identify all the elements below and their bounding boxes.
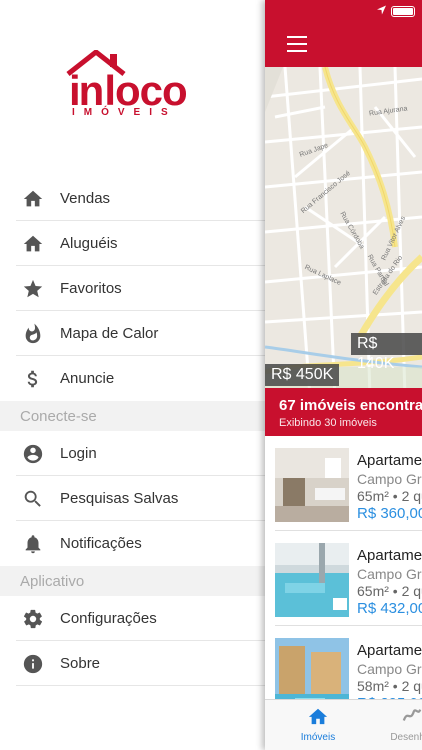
- home-icon: [0, 233, 60, 255]
- map-price-marker[interactable]: R$ 450K: [265, 364, 340, 386]
- draw-icon: [402, 709, 422, 721]
- menu-label: Favoritos: [60, 280, 122, 297]
- menu-label: Configurações: [60, 610, 157, 627]
- menu-label: Aluguéis: [60, 235, 118, 252]
- listing-location: Campo Grande: [357, 471, 422, 487]
- map-view[interactable]: Rua Ajurana Rua Jape Rua Francisco José …: [265, 67, 422, 397]
- listing-price: R$ 360,000: [357, 505, 422, 522]
- logo-text-in: in: [69, 67, 104, 114]
- home-icon: [308, 708, 328, 725]
- navigation-drawer: in loco IMÓVEIS Vendas Aluguéis Favorito…: [0, 0, 265, 750]
- listing-title: Apartamento: [357, 547, 422, 564]
- listing-details: • 2 quartos: [392, 583, 422, 599]
- location-arrow-icon: [377, 5, 386, 15]
- results-showing: Exibindo 30 imóveis: [279, 417, 377, 429]
- menu-item-vendas[interactable]: Vendas: [0, 176, 265, 221]
- tab-label: Desenhar: [390, 732, 422, 743]
- menu-item-pesquisas-salvas[interactable]: Pesquisas Salvas: [0, 476, 265, 521]
- listing-area: 65m²: [357, 583, 389, 599]
- gear-icon: [0, 608, 60, 630]
- battery-icon: [391, 6, 415, 17]
- bottom-tab-bar: Imóveis Desenhar: [265, 699, 422, 750]
- listing-item[interactable]: Apartamento Campo Grande 65m² • 2 quarto…: [265, 531, 422, 626]
- menu-label: Login: [60, 445, 97, 462]
- logo-subtitle: IMÓVEIS: [72, 107, 177, 118]
- listing-photo: [275, 448, 349, 522]
- dollar-icon: [0, 368, 60, 390]
- listing-price: R$ 432,000: [357, 600, 422, 617]
- menu-label: Sobre: [60, 655, 101, 672]
- inloco-logo: in loco IMÓVEIS: [66, 50, 201, 120]
- listing-location: Campo Grande: [357, 661, 422, 677]
- listing-title: Apartamento: [357, 642, 422, 659]
- listing-area: 58m²: [357, 678, 389, 694]
- tab-desenhar[interactable]: Desenhar: [382, 706, 422, 743]
- section-header-conecte-se: Conecte-se: [0, 401, 265, 431]
- menu-item-sobre[interactable]: Sobre: [0, 641, 265, 686]
- menu-item-login[interactable]: Login: [0, 431, 265, 476]
- menu-item-notificacoes[interactable]: Notificações: [0, 521, 265, 566]
- menu-label: Notificações: [60, 535, 142, 552]
- menu-item-alugueis[interactable]: Aluguéis: [0, 221, 265, 266]
- menu-icon[interactable]: [287, 36, 307, 52]
- search-icon: [0, 488, 60, 510]
- listing-location: Campo Grande: [357, 566, 422, 582]
- listing-details: • 2 quartos: [392, 488, 422, 504]
- listing-details: • 2 quartos: [392, 678, 422, 694]
- top-nav-bar: [265, 22, 422, 67]
- results-count: 67 imóveis encontrados: [279, 397, 422, 414]
- menu-item-favoritos[interactable]: Favoritos: [0, 266, 265, 311]
- menu-item-configuracoes[interactable]: Configurações: [0, 596, 265, 641]
- listing-photo: [275, 543, 349, 617]
- listing-list[interactable]: Apartamento Campo Grande 65m² • 2 quarto…: [265, 436, 422, 721]
- info-icon: [0, 653, 60, 675]
- bell-icon: [0, 533, 60, 555]
- logo-text-loco: loco: [104, 67, 187, 114]
- listing-title: Apartamento: [357, 452, 422, 469]
- results-summary-bar: 67 imóveis encontrados Exibindo 30 imóve…: [265, 388, 422, 436]
- listing-item[interactable]: Apartamento Campo Grande 65m² • 2 quarto…: [265, 436, 422, 531]
- menu-label: Pesquisas Salvas: [60, 490, 179, 507]
- home-icon: [0, 188, 60, 210]
- menu-label: Vendas: [60, 190, 111, 207]
- status-bar: [265, 0, 422, 22]
- menu-label: Mapa de Calor: [60, 325, 159, 342]
- flame-icon: [0, 323, 60, 345]
- drawer-menu: Vendas Aluguéis Favoritos Mapa de Calor …: [0, 176, 265, 686]
- listing-area: 65m²: [357, 488, 389, 504]
- tab-imoveis[interactable]: Imóveis: [288, 706, 348, 743]
- tab-label: Imóveis: [300, 732, 336, 743]
- map-price-marker[interactable]: R$ 140K: [351, 333, 422, 372]
- menu-item-anuncie[interactable]: Anuncie: [0, 356, 265, 401]
- section-header-aplicativo: Aplicativo: [0, 566, 265, 596]
- star-icon: [0, 278, 60, 300]
- menu-item-mapa-de-calor[interactable]: Mapa de Calor: [0, 311, 265, 356]
- listing-screen[interactable]: Rua Ajurana Rua Jape Rua Francisco José …: [265, 0, 422, 750]
- menu-label: Anuncie: [60, 370, 115, 387]
- account-icon: [0, 443, 60, 465]
